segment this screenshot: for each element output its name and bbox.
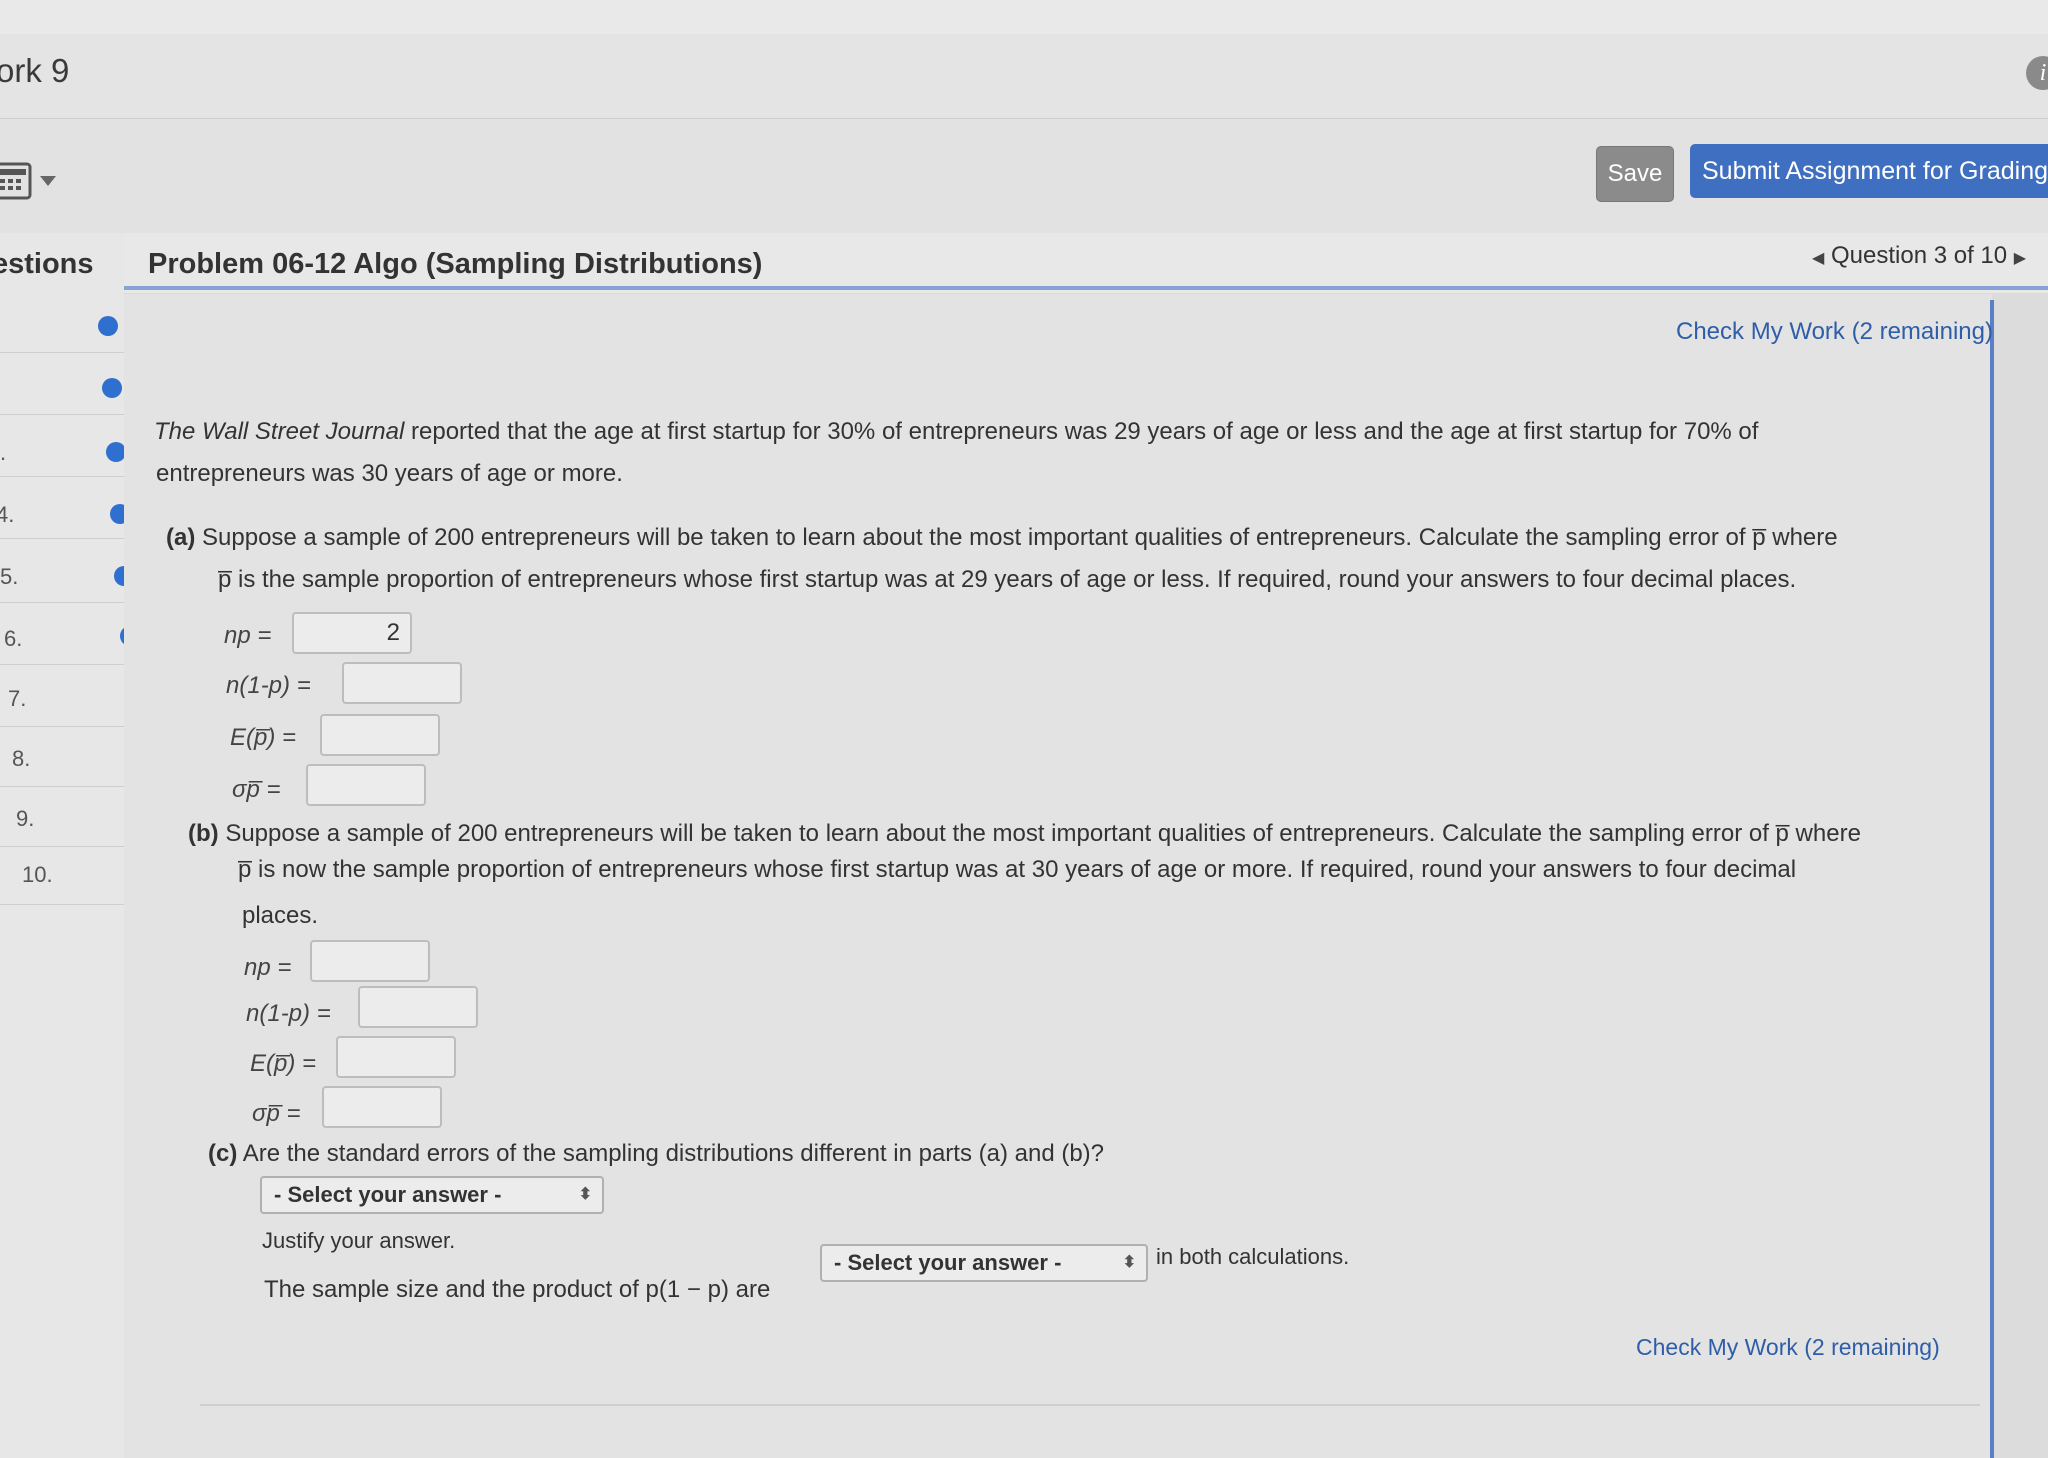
- question-navigator: ◀ Question 3 of 10 ▶: [1812, 242, 2026, 270]
- publication-name: The Wall Street Journal: [154, 418, 405, 445]
- sidebar-item-number: 10.: [22, 862, 53, 887]
- select-updown-icon: ⬍: [1122, 1254, 1136, 1271]
- check-my-work-link-bottom[interactable]: Check My Work (2 remaining): [1636, 1334, 1940, 1361]
- sidebar-item-number: .: [0, 440, 7, 465]
- justify-sentence-start: The sample size and the product of p(1 −…: [264, 1276, 771, 1303]
- justify-answer-select[interactable]: - Select your answer - ⬍: [820, 1244, 1148, 1282]
- part-c-question: (c) Are the standard errors of the sampl…: [208, 1140, 1104, 1168]
- justify-answer-select-value: - Select your answer -: [834, 1250, 1062, 1275]
- part-a-sigma-label: σp̅ =: [232, 776, 281, 803]
- content-border: [1990, 300, 1994, 1458]
- part-b-line-3: places.: [242, 902, 319, 929]
- part-a-sigma-input[interactable]: [306, 764, 426, 806]
- part-a-np-label: np =: [224, 622, 272, 649]
- part-b-ep-input[interactable]: [336, 1036, 456, 1078]
- justify-sentence-end: in both calculations.: [1156, 1244, 1350, 1269]
- part-c-answer-select-value: - Select your answer -: [274, 1182, 502, 1207]
- sidebar-item-6[interactable]: 6.: [0, 606, 140, 665]
- part-a-ep-label: E(p̅) =: [230, 724, 297, 751]
- part-b-line-1-text: Suppose a sample of 200 entrepreneurs wi…: [218, 820, 1861, 847]
- part-c-tag: (c): [208, 1140, 238, 1167]
- sidebar-item-number: 5.: [0, 564, 19, 589]
- problem-title: Problem 06-12 Algo (Sampling Distributio…: [148, 248, 763, 280]
- part-b-np-label: np =: [244, 954, 292, 981]
- intro-line-1-text: reported that the age at first startup f…: [404, 418, 1759, 445]
- sidebar-item-7[interactable]: 7.: [0, 668, 144, 727]
- part-a-line-1-text: Suppose a sample of 200 entrepreneurs wi…: [195, 524, 1838, 551]
- intro-line-1: The Wall Street Journal reported that th…: [154, 418, 1758, 446]
- part-b-ep-label: E(p̅) =: [250, 1050, 317, 1077]
- sidebar-item-2[interactable]: [0, 356, 126, 415]
- calculator-icon[interactable]: [0, 160, 36, 202]
- part-c-answer-select[interactable]: - Select your answer - ⬍: [260, 1176, 604, 1214]
- part-a-tag: (a): [166, 524, 196, 551]
- part-b-line-1: (b) Suppose a sample of 200 entrepreneur…: [188, 820, 1861, 848]
- answered-dot-icon: [106, 442, 126, 462]
- sidebar-item-number: 6.: [4, 626, 23, 651]
- sidebar-item-number: 8.: [12, 746, 31, 771]
- part-b-sigma-label: σp̅ =: [252, 1100, 301, 1127]
- sidebar-item-1[interactable]: [0, 294, 124, 353]
- save-button[interactable]: Save: [1596, 146, 1674, 202]
- part-a-nq-input[interactable]: [342, 662, 462, 704]
- sidebar-item-5[interactable]: 5.: [0, 544, 134, 603]
- sidebar-header: estions: [0, 248, 94, 280]
- part-b-tag: (b): [188, 820, 219, 847]
- assignment-title: ork 9: [0, 52, 70, 89]
- part-c-question-text: Are the standard errors of the sampling …: [237, 1140, 1105, 1167]
- part-b-line-2: p̅ is now the sample proportion of entre…: [238, 856, 1797, 883]
- part-a-line-2: p̅ is the sample proportion of entrepren…: [218, 566, 1797, 593]
- check-my-work-link-top[interactable]: Check My Work (2 remaining): [1676, 318, 1993, 346]
- intro-line-2: entrepreneurs was 30 years of age or mor…: [156, 460, 623, 487]
- sidebar-item-3[interactable]: .: [0, 418, 128, 477]
- footer-divider: [200, 1404, 1980, 1406]
- submit-assignment-button[interactable]: Submit Assignment for Grading: [1690, 144, 2048, 198]
- previous-question-icon[interactable]: ◀: [1812, 250, 1824, 267]
- answered-dot-icon: [102, 378, 122, 398]
- part-a-ep-input[interactable]: [320, 714, 440, 756]
- answered-dot-icon: [98, 316, 118, 336]
- question-position: Question 3 of 10: [1830, 242, 2008, 269]
- part-a-nq-label: n(1-p) =: [226, 672, 311, 699]
- sidebar-item-number: 4.: [0, 502, 15, 527]
- sidebar-item-number: 9.: [16, 806, 35, 831]
- calculator-dropdown-icon[interactable]: [40, 176, 56, 186]
- next-question-icon[interactable]: ▶: [2014, 250, 2026, 267]
- sidebar-item-4[interactable]: 4.: [0, 480, 130, 539]
- part-b-nq-input[interactable]: [358, 986, 478, 1028]
- sidebar-item-8[interactable]: 8.: [0, 728, 150, 787]
- title-bar: [0, 34, 2048, 119]
- sidebar-item-number: 7.: [8, 686, 27, 711]
- part-a-line-1: (a) Suppose a sample of 200 entrepreneur…: [166, 524, 1838, 552]
- part-b-nq-label: n(1-p) =: [246, 1000, 331, 1027]
- part-b-np-input[interactable]: [310, 940, 430, 982]
- top-strip: [0, 0, 2048, 35]
- part-b-sigma-input[interactable]: [322, 1086, 442, 1128]
- part-a-np-input[interactable]: 2: [292, 612, 412, 654]
- justify-prompt: Justify your answer.: [262, 1228, 456, 1253]
- select-updown-icon: ⬍: [578, 1186, 592, 1203]
- question-header-underline: [124, 286, 2048, 290]
